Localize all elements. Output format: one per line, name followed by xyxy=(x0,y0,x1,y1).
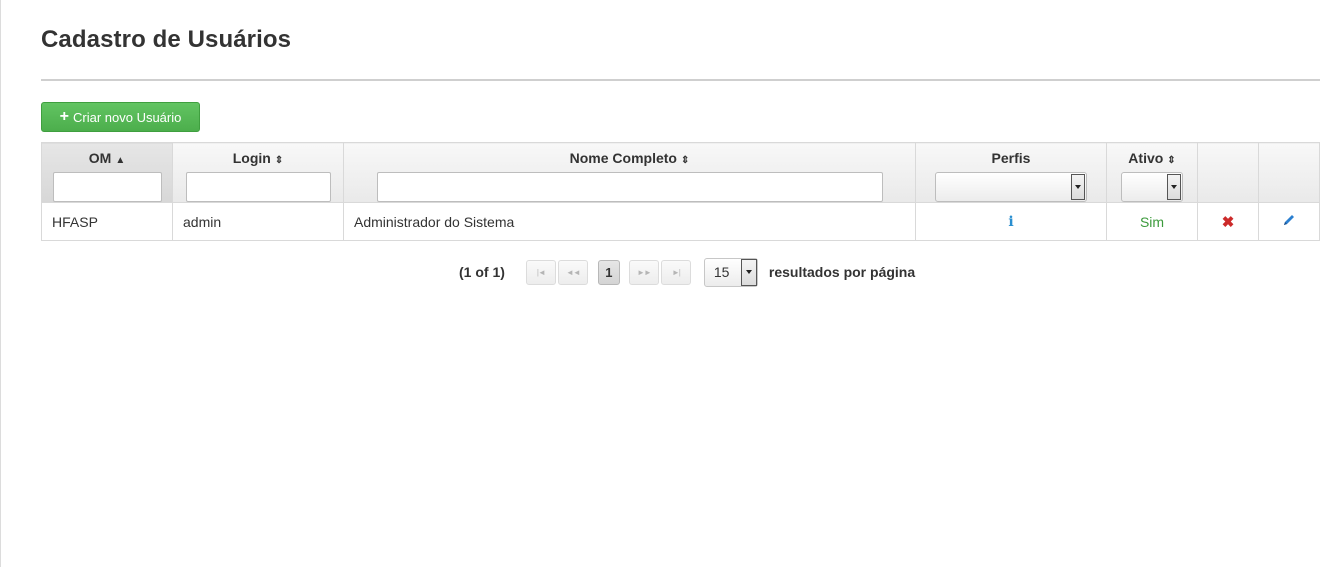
prev-page-button[interactable]: ◄◄ xyxy=(557,259,588,285)
column-header-ativo[interactable]: Ativo ⇕ xyxy=(1106,142,1198,203)
column-header-perfis: Perfis xyxy=(915,142,1107,203)
filter-login-input[interactable] xyxy=(185,172,331,202)
page-title: Cadastro de Usuários xyxy=(41,26,292,53)
next-page-button[interactable]: ►► xyxy=(628,259,659,285)
column-label-perfis: Perfis xyxy=(991,150,1031,166)
cell-delete: ✖ xyxy=(1197,202,1259,241)
table-row: HFASP admin Administrador do Sistema i S… xyxy=(41,202,1320,241)
cell-edit xyxy=(1258,202,1320,241)
column-header-login[interactable]: Login ⇕ xyxy=(172,142,344,203)
cell-nome-completo: Administrador do Sistema xyxy=(343,202,916,241)
chevron-down-icon xyxy=(1071,174,1085,200)
rows-per-page-select[interactable]: 15 xyxy=(703,257,758,287)
sort-icon: ⇕ xyxy=(274,155,284,166)
column-header-om[interactable]: OM ▲ xyxy=(41,142,173,203)
page-1-button[interactable]: 1 xyxy=(597,259,620,285)
paginator: (1 of 1) |◄ ◄◄ 1 ►► ►| 15 resultados por… xyxy=(459,257,916,287)
create-user-label: Criar novo Usuário xyxy=(72,109,182,125)
sort-icon: ⇕ xyxy=(680,155,690,166)
column-header-delete xyxy=(1197,142,1259,203)
pencil-icon[interactable] xyxy=(1282,213,1296,230)
sort-icon: ⇕ xyxy=(1167,155,1176,166)
create-user-button[interactable]: + Criar novo Usuário xyxy=(41,102,200,132)
plus-icon: + xyxy=(59,108,69,125)
page-count-text: (1 of 1) xyxy=(459,264,505,280)
cell-perfis: i xyxy=(915,202,1107,241)
filter-ativo-select[interactable] xyxy=(1121,172,1183,202)
filter-nome-input[interactable] xyxy=(376,172,883,202)
status-ativo-text: Sim xyxy=(1139,213,1165,230)
cell-ativo: Sim xyxy=(1106,202,1198,241)
sort-ascending-icon: ▲ xyxy=(115,155,126,166)
filter-perfis-select[interactable] xyxy=(935,172,1087,202)
rows-per-page-value: 15 xyxy=(713,264,730,280)
title-divider xyxy=(41,79,1320,81)
column-label-ativo: Ativo xyxy=(1128,150,1164,166)
chevron-down-icon xyxy=(740,258,757,286)
cell-om: HFASP xyxy=(41,202,173,241)
column-label-om: OM xyxy=(88,150,112,166)
cell-login: admin xyxy=(172,202,344,241)
info-icon[interactable]: i xyxy=(1008,214,1013,230)
close-icon[interactable]: ✖ xyxy=(1222,214,1235,231)
first-page-button[interactable]: |◄ xyxy=(525,259,556,285)
column-label-login: Login xyxy=(232,150,271,166)
column-header-edit xyxy=(1258,142,1320,203)
column-header-nome-completo[interactable]: Nome Completo ⇕ xyxy=(343,142,916,203)
rows-per-page-label: resultados por página xyxy=(768,264,916,280)
last-page-button[interactable]: ►| xyxy=(660,259,691,285)
users-table: OM ▲ Login ⇕ Nome Completo ⇕ Perfis Ativ… xyxy=(41,142,1320,241)
column-label-nome-completo: Nome Completo xyxy=(569,150,677,166)
filter-om-input[interactable] xyxy=(52,172,162,202)
table-header-row: OM ▲ Login ⇕ Nome Completo ⇕ Perfis Ativ… xyxy=(41,142,1320,203)
left-border xyxy=(0,0,1,567)
chevron-down-icon xyxy=(1167,174,1181,200)
